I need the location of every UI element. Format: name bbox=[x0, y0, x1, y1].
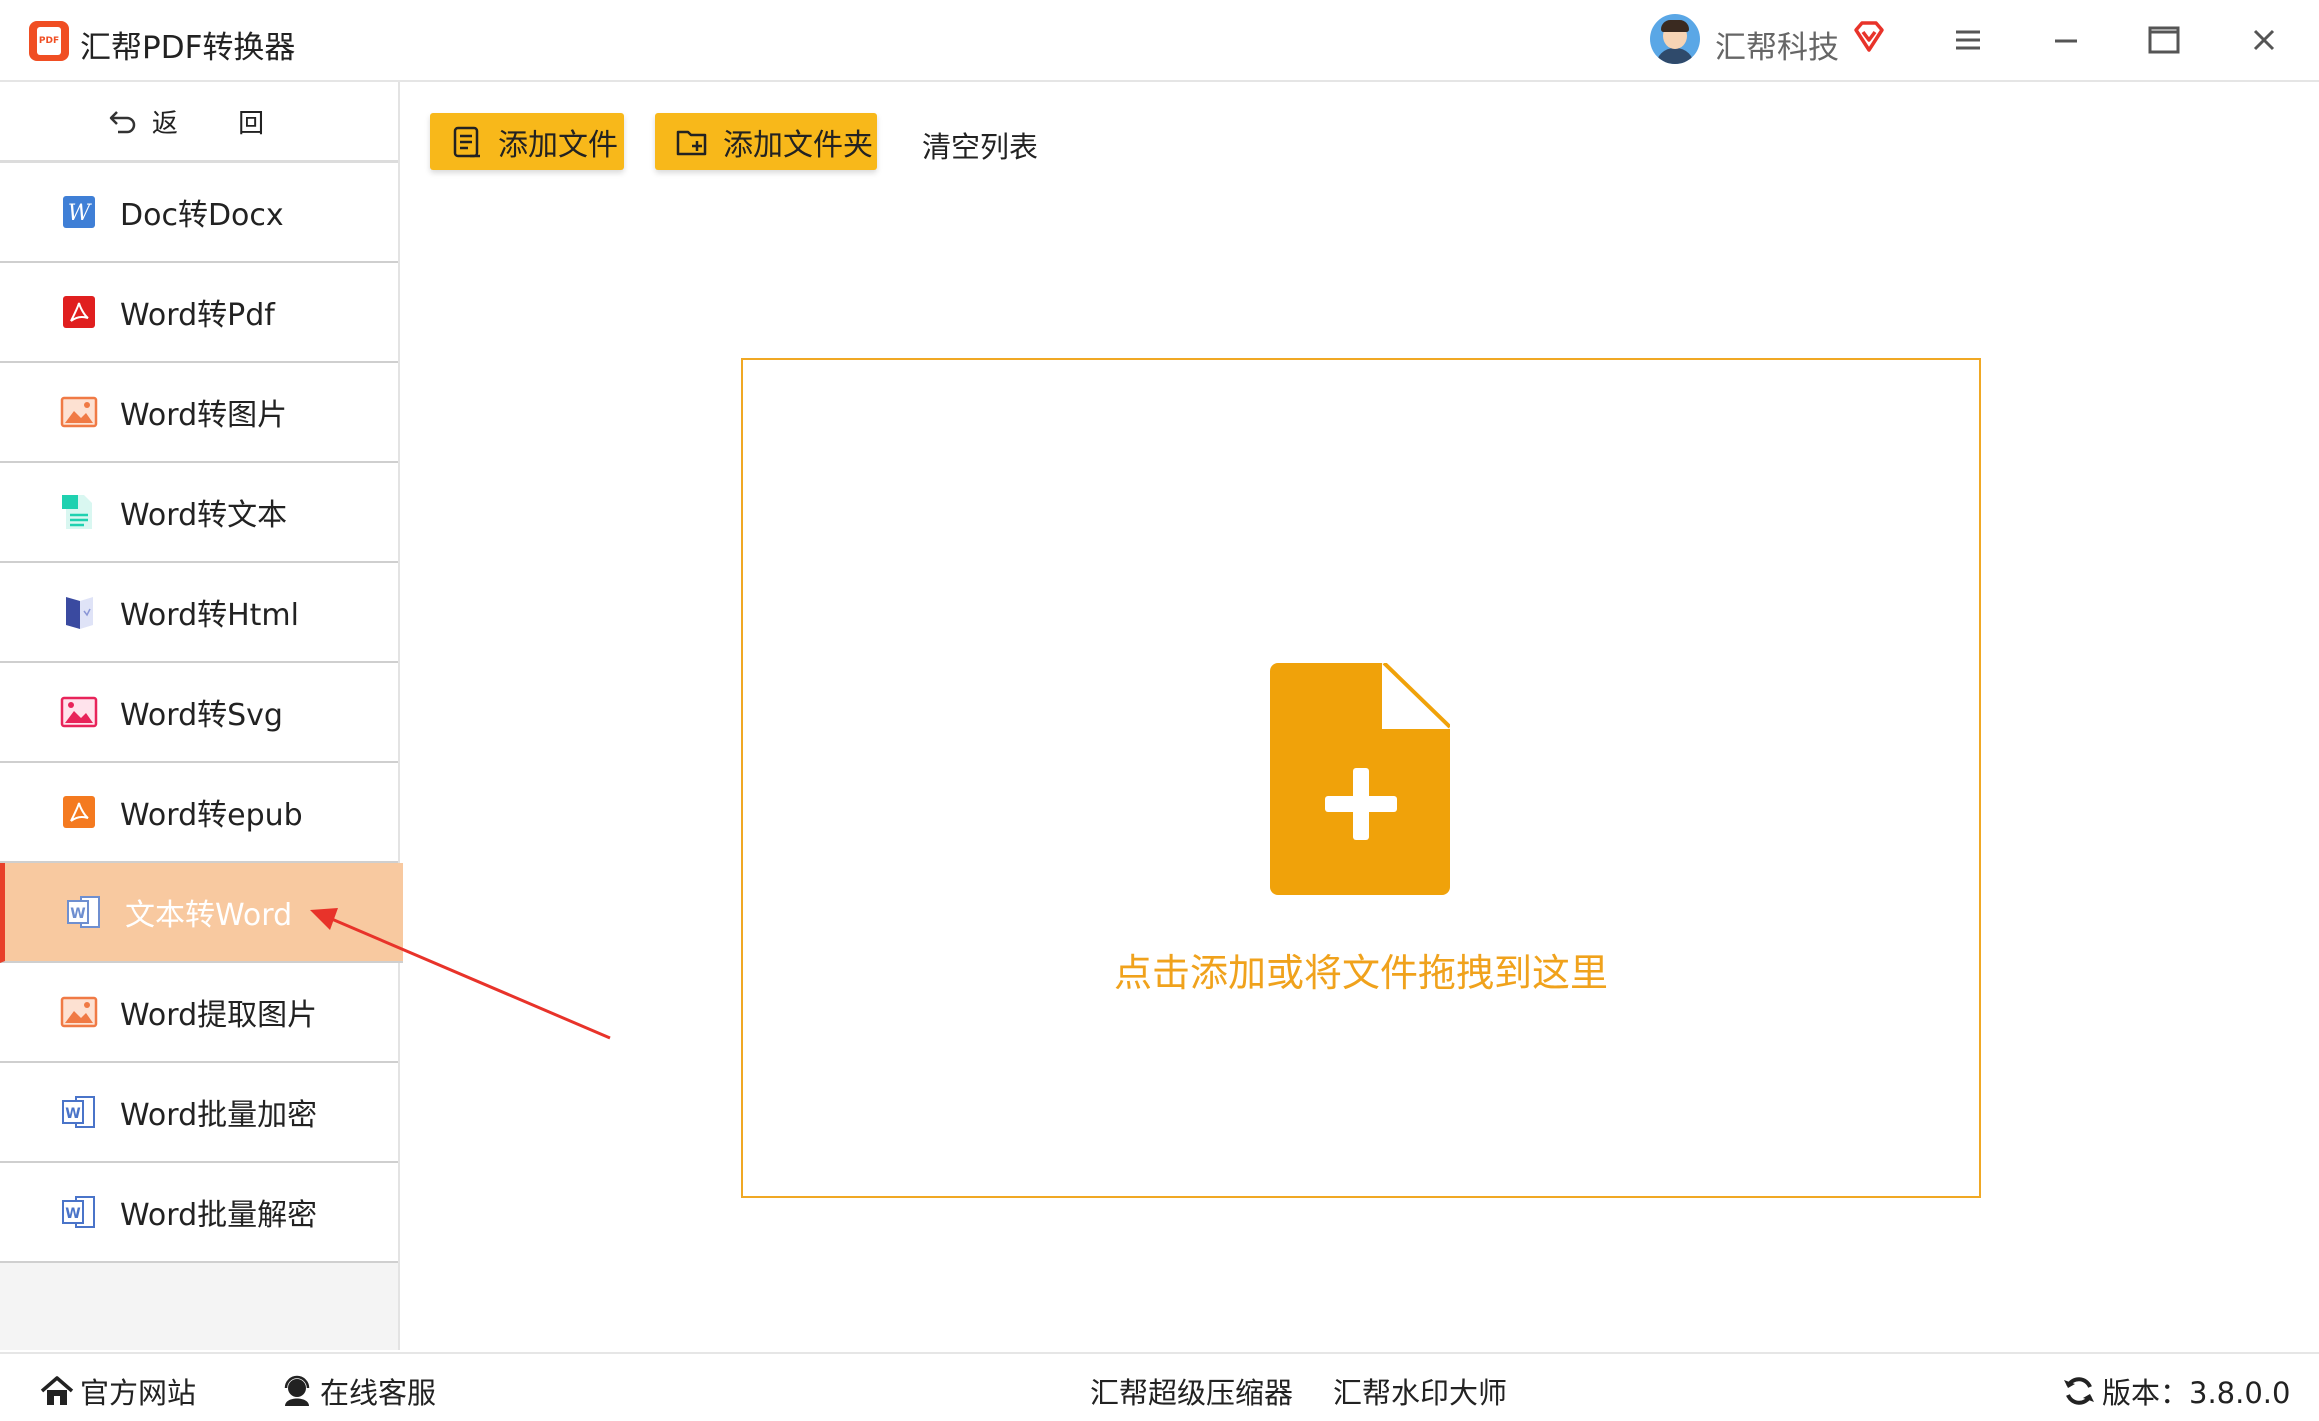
sidebar-item-word-batch-decrypt[interactable]: W Word批量解密 bbox=[0, 1163, 398, 1263]
epub-icon bbox=[63, 796, 95, 828]
back-arrow-icon bbox=[109, 111, 136, 134]
svg-text:W: W bbox=[70, 906, 85, 922]
add-file-button[interactable]: 添加文件 bbox=[430, 113, 624, 170]
sidebar-item-doc-to-docx[interactable]: W Doc转Docx bbox=[0, 163, 398, 263]
word-w-icon: W bbox=[63, 196, 95, 228]
online-support-link[interactable]: 在线客服 bbox=[280, 1370, 436, 1412]
watermark-link[interactable]: 汇帮水印大师 bbox=[1333, 1370, 1507, 1412]
compressor-label: 汇帮超级压缩器 bbox=[1090, 1376, 1294, 1410]
html-book-icon bbox=[66, 597, 93, 629]
word-doc-icon: W bbox=[62, 1096, 95, 1128]
sidebar-item-label: 文本转Word bbox=[125, 898, 293, 933]
sidebar-item-label: Word转epub bbox=[120, 798, 303, 833]
sidebar-item-word-to-image[interactable]: Word转图片 bbox=[0, 363, 398, 463]
online-support-label: 在线客服 bbox=[320, 1376, 437, 1410]
add-folder-button[interactable]: 添加文件夹 bbox=[655, 113, 877, 170]
vip-diamond-icon[interactable] bbox=[1852, 20, 1886, 54]
text-doc-icon bbox=[62, 495, 92, 529]
svg-text:W: W bbox=[68, 201, 93, 226]
image-icon bbox=[60, 996, 98, 1028]
add-file-icon bbox=[1270, 663, 1450, 895]
official-website-link[interactable]: 官方网站 bbox=[40, 1370, 196, 1412]
support-agent-icon bbox=[284, 1375, 310, 1406]
refresh-icon bbox=[2064, 1377, 2094, 1405]
sidebar-item-label: Word转Html bbox=[120, 598, 299, 633]
file-list-icon bbox=[453, 126, 480, 157]
watermark-label: 汇帮水印大师 bbox=[1333, 1376, 1508, 1410]
title-bar: PDF 汇帮PDF转换器 汇帮科技 bbox=[0, 0, 2319, 82]
pdf-icon bbox=[63, 296, 95, 328]
drop-hint-text: 点击添加或将文件拖拽到这里 bbox=[1113, 951, 1608, 995]
sidebar-item-label: Word提取图片 bbox=[120, 998, 318, 1033]
maximize-icon[interactable] bbox=[2144, 20, 2184, 60]
back-label: 返 回 bbox=[151, 108, 291, 139]
clear-list-button[interactable]: 清空列表 bbox=[922, 124, 1038, 166]
sidebar-item-word-to-html[interactable]: Word转Html bbox=[0, 563, 398, 663]
add-folder-label: 添加文件夹 bbox=[723, 127, 873, 163]
sidebar-item-label: Word批量加密 bbox=[120, 1098, 318, 1133]
sidebar-item-word-to-pdf[interactable]: Word转Pdf bbox=[0, 263, 398, 363]
svg-image-icon bbox=[60, 696, 98, 728]
home-icon bbox=[40, 1376, 74, 1405]
user-avatar[interactable] bbox=[1650, 14, 1700, 64]
add-file-label: 添加文件 bbox=[498, 127, 618, 163]
minimize-icon[interactable] bbox=[2046, 20, 2086, 60]
word-doc-icon: W bbox=[67, 896, 100, 928]
user-name[interactable]: 汇帮科技 bbox=[1715, 22, 1839, 67]
svg-text:W: W bbox=[65, 1206, 80, 1222]
menu-icon[interactable] bbox=[1948, 20, 1988, 60]
close-icon[interactable] bbox=[2244, 20, 2284, 60]
app-logo-text: PDF bbox=[38, 36, 60, 46]
sidebar-item-label: Doc转Docx bbox=[120, 198, 284, 233]
status-bar: 官方网站 在线客服 汇帮超级压缩器 汇帮水印大师 版本：3.8.0.0 bbox=[0, 1352, 2319, 1421]
svg-text:W: W bbox=[65, 1106, 80, 1122]
sidebar-item-label: Word转图片 bbox=[120, 398, 288, 433]
compressor-link[interactable]: 汇帮超级压缩器 bbox=[1090, 1370, 1293, 1412]
sidebar-item-label: Word转Svg bbox=[120, 698, 283, 733]
back-button[interactable]: 返 回 bbox=[0, 82, 398, 163]
sidebar: 返 回 W Doc转Docx Word转Pdf Word转图片 Word转文本 bbox=[0, 82, 403, 1350]
image-icon bbox=[60, 396, 98, 428]
sidebar-item-word-to-epub[interactable]: Word转epub bbox=[0, 763, 398, 863]
sidebar-item-word-to-text[interactable]: Word转文本 bbox=[0, 463, 398, 563]
file-drop-zone[interactable]: 点击添加或将文件拖拽到这里 bbox=[741, 358, 1981, 1198]
version-label: 版本：3.8.0.0 bbox=[2102, 1376, 2291, 1410]
sidebar-item-word-batch-encrypt[interactable]: W Word批量加密 bbox=[0, 1063, 398, 1163]
sidebar-item-label: Word转文本 bbox=[120, 498, 288, 533]
annotation-arrow-icon bbox=[310, 908, 611, 1040]
sidebar-item-label: Word转Pdf bbox=[120, 298, 275, 333]
word-doc-icon: W bbox=[62, 1196, 95, 1228]
app-logo-icon: PDF bbox=[29, 21, 69, 61]
sidebar-item-word-to-svg[interactable]: Word转Svg bbox=[0, 663, 398, 763]
folder-add-icon bbox=[676, 130, 707, 155]
app-title: 汇帮PDF转换器 bbox=[80, 30, 296, 66]
official-website-label: 官方网站 bbox=[80, 1376, 197, 1410]
sidebar-item-label: Word批量解密 bbox=[120, 1198, 318, 1233]
version-info[interactable]: 版本：3.8.0.0 bbox=[2062, 1370, 2290, 1412]
